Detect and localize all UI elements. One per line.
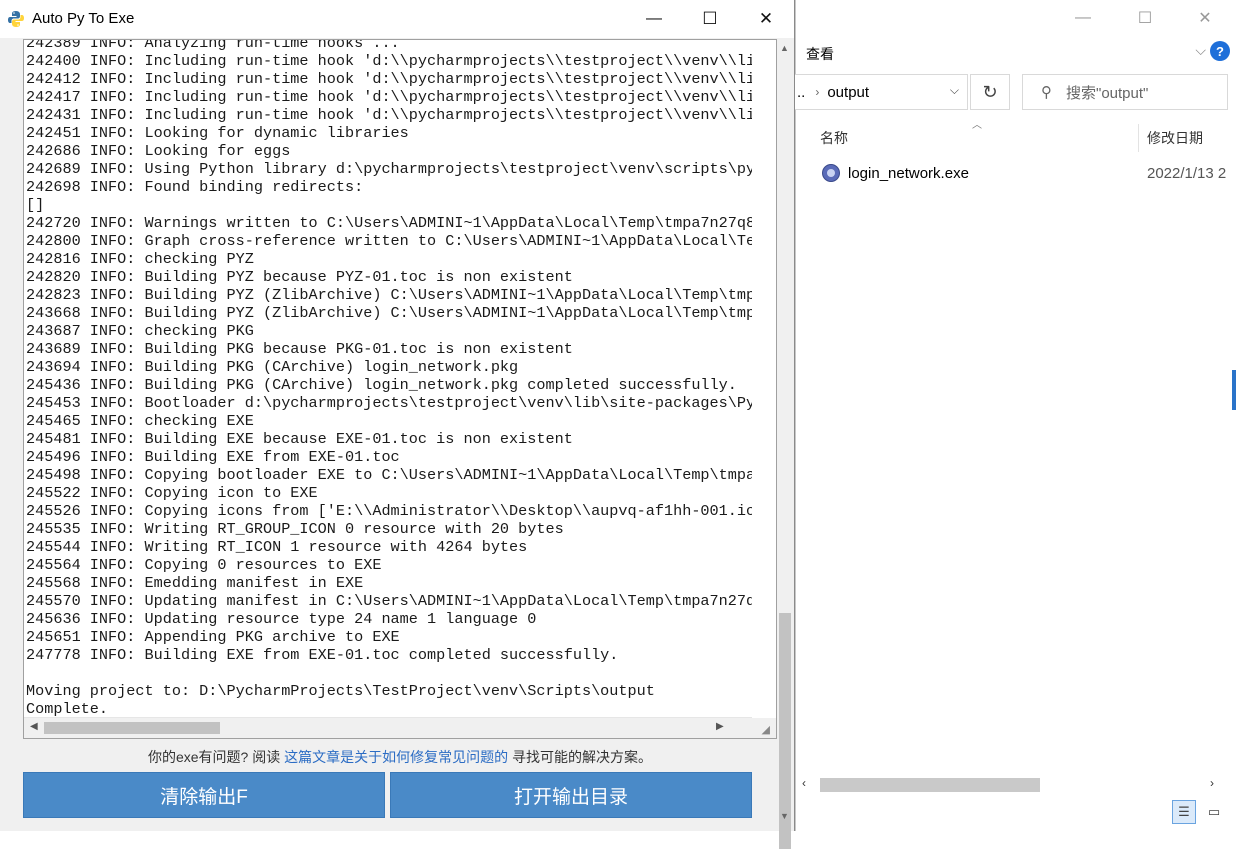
- explorer-titlebar: — ☐ ✕: [796, 0, 1237, 36]
- scroll-left-icon[interactable]: ‹: [802, 776, 806, 790]
- refresh-button[interactable]: ↻: [970, 74, 1010, 110]
- console-line: 245651 INFO: Appending PKG archive to EX…: [26, 628, 400, 646]
- ribbon-expand-chevron-icon[interactable]: ⌵: [1195, 42, 1206, 59]
- window-vertical-scrollbar[interactable]: ▲ ▼: [777, 39, 793, 849]
- maximize-button[interactable]: ☐: [682, 0, 738, 38]
- console-line: 245544 INFO: Writing RT_ICON 1 resource …: [26, 538, 528, 556]
- console-line: []: [26, 196, 45, 214]
- clear-output-button[interactable]: 清除输出F: [23, 772, 385, 818]
- console-line: 242698 INFO: Found binding redirects:: [26, 178, 364, 196]
- resize-grip-icon: ◢: [761, 724, 770, 736]
- search-placeholder: 搜索"output": [1066, 84, 1149, 102]
- scrollbar-thumb[interactable]: [820, 778, 1040, 792]
- console-line: 242400 INFO: Including run-time hook 'd:…: [26, 52, 752, 70]
- console-line: 242800 INFO: Graph cross-reference writt…: [26, 232, 752, 250]
- scroll-right-icon[interactable]: ›: [1210, 776, 1214, 790]
- search-icon: ⚲: [1041, 84, 1052, 101]
- console-log[interactable]: 242389 INFO: Analyzing run-time hooks ..…: [26, 39, 752, 718]
- minimize-button[interactable]: —: [626, 0, 682, 38]
- output-console[interactable]: 242389 INFO: Analyzing run-time hooks ..…: [23, 39, 777, 739]
- address-bar[interactable]: .. › output ⌵: [794, 74, 968, 110]
- file-name: login_network.exe: [848, 165, 969, 182]
- scroll-left-icon[interactable]: ◀: [30, 721, 38, 732]
- console-line: 242686 INFO: Looking for eggs: [26, 142, 291, 160]
- console-line: 242417 INFO: Including run-time hook 'd:…: [26, 88, 752, 106]
- file-explorer-window: — ☐ ✕ 查看 ⌵ ? .. › output ⌵ ↻ ⚲ 搜索"output…: [794, 0, 1237, 831]
- sort-up-icon: ︿: [972, 120, 982, 131]
- console-line: 245570 INFO: Updating manifest in C:\Use…: [26, 592, 752, 610]
- scroll-up-icon[interactable]: ▲: [780, 43, 789, 53]
- console-line: 243668 INFO: Building PYZ (ZlibArchive) …: [26, 304, 752, 322]
- exe-file-icon: [822, 164, 840, 182]
- breadcrumb-folder[interactable]: output: [827, 84, 869, 101]
- help-suffix: 寻找可能的解决方案。: [512, 749, 653, 765]
- explorer-maximize-button[interactable]: ☐: [1122, 4, 1168, 32]
- console-line: 242412 INFO: Including run-time hook 'd:…: [26, 70, 752, 88]
- help-icon[interactable]: ?: [1210, 41, 1230, 61]
- status-bar: ☰ ▭: [796, 798, 1237, 831]
- scroll-right-icon[interactable]: ▶: [716, 721, 724, 732]
- console-line: 242720 INFO: Warnings written to C:\User…: [26, 214, 752, 232]
- console-line: 245498 INFO: Copying bootloader EXE to C…: [26, 466, 752, 484]
- console-scrollbar-thumb[interactable]: [44, 722, 220, 734]
- console-line: 245481 INFO: Building EXE because EXE-01…: [26, 430, 573, 448]
- console-line: 245636 INFO: Updating resource type 24 n…: [26, 610, 537, 628]
- column-divider[interactable]: [1138, 124, 1139, 152]
- console-line: 242451 INFO: Looking for dynamic librari…: [26, 124, 409, 142]
- console-line: 242431 INFO: Including run-time hook 'd:…: [26, 106, 752, 124]
- ribbon: 查看 ⌵ ?: [796, 36, 1237, 70]
- help-text: 你的exe有问题? 阅读 这篇文章是关于如何修复常见问题的 寻找可能的解决方案。: [23, 747, 777, 767]
- column-header: ︿ 名称 修改日期: [796, 116, 1237, 156]
- python-logo-icon: [8, 11, 24, 27]
- auto-py-to-exe-window: Auto Py To Exe — ☐ ✕ 242389 INFO: Analyz…: [0, 0, 795, 849]
- console-line: 245568 INFO: Emedding manifest in EXE: [26, 574, 364, 592]
- file-row[interactable]: login_network.exe 2022/1/13 2: [796, 160, 1237, 188]
- console-line: 245522 INFO: Copying icon to EXE: [26, 484, 318, 502]
- console-line: 242823 INFO: Building PYZ (ZlibArchive) …: [26, 286, 752, 304]
- close-button[interactable]: ✕: [738, 0, 794, 38]
- console-line: 245465 INFO: checking EXE: [26, 412, 254, 430]
- console-line: 242820 INFO: Building PYZ because PYZ-01…: [26, 268, 573, 286]
- large-icons-view-icon[interactable]: ▭: [1202, 800, 1226, 824]
- help-article-link[interactable]: 这篇文章是关于如何修复常见问题的: [284, 749, 508, 765]
- explorer-horizontal-scrollbar[interactable]: ‹ ›: [798, 774, 1228, 796]
- ribbon-tab-view[interactable]: 查看: [806, 44, 834, 64]
- console-line: 242816 INFO: checking PYZ: [26, 250, 254, 268]
- column-name-header[interactable]: 名称: [820, 128, 848, 148]
- column-date-header[interactable]: 修改日期: [1147, 128, 1203, 148]
- console-line: 245453 INFO: Bootloader d:\pycharmprojec…: [26, 394, 752, 412]
- scroll-down-icon[interactable]: ▼: [780, 811, 789, 821]
- help-prefix: 你的exe有问题? 阅读: [147, 749, 281, 765]
- open-output-folder-button[interactable]: 打开输出目录: [390, 772, 752, 818]
- titlebar[interactable]: Auto Py To Exe — ☐ ✕: [0, 0, 794, 38]
- details-view-icon[interactable]: ☰: [1172, 800, 1196, 824]
- breadcrumb-chevron-icon[interactable]: ›: [815, 85, 819, 99]
- console-line: 245496 INFO: Building EXE from EXE-01.to…: [26, 448, 400, 466]
- address-dropdown-icon[interactable]: ⌵: [950, 83, 959, 98]
- resize-grip[interactable]: ◢: [750, 718, 776, 738]
- console-line: 243689 INFO: Building PKG because PKG-01…: [26, 340, 573, 358]
- console-line: 245526 INFO: Copying icons from ['E:\\Ad…: [26, 502, 752, 520]
- console-line: 243687 INFO: checking PKG: [26, 322, 254, 340]
- console-line: 242389 INFO: Analyzing run-time hooks ..…: [26, 39, 400, 52]
- console-line: 247778 INFO: Building EXE from EXE-01.to…: [26, 646, 619, 664]
- explorer-close-button[interactable]: ✕: [1182, 4, 1228, 32]
- console-line: 242689 INFO: Using Python library d:\pyc…: [26, 160, 752, 178]
- console-line: 245535 INFO: Writing RT_GROUP_ICON 0 res…: [26, 520, 564, 538]
- console-line: 245564 INFO: Copying 0 resources to EXE: [26, 556, 382, 574]
- console-line: 245436 INFO: Building PKG (CArchive) log…: [26, 376, 737, 394]
- address-overflow[interactable]: ..: [797, 84, 805, 101]
- console-horizontal-scrollbar[interactable]: ◀ ▶: [24, 717, 752, 738]
- console-line: 243694 INFO: Building PKG (CArchive) log…: [26, 358, 519, 376]
- refresh-icon: ↻: [982, 81, 998, 102]
- search-box[interactable]: ⚲ 搜索"output": [1022, 74, 1228, 110]
- window-title: Auto Py To Exe: [32, 10, 135, 27]
- file-date: 2022/1/13 2: [1147, 165, 1227, 182]
- explorer-minimize-button[interactable]: —: [1060, 4, 1106, 32]
- explorer-scroll-indicator[interactable]: [1232, 370, 1236, 410]
- console-line: Moving project to: D:\PycharmProjects\Te…: [26, 682, 655, 700]
- console-line: Complete.: [26, 700, 109, 718]
